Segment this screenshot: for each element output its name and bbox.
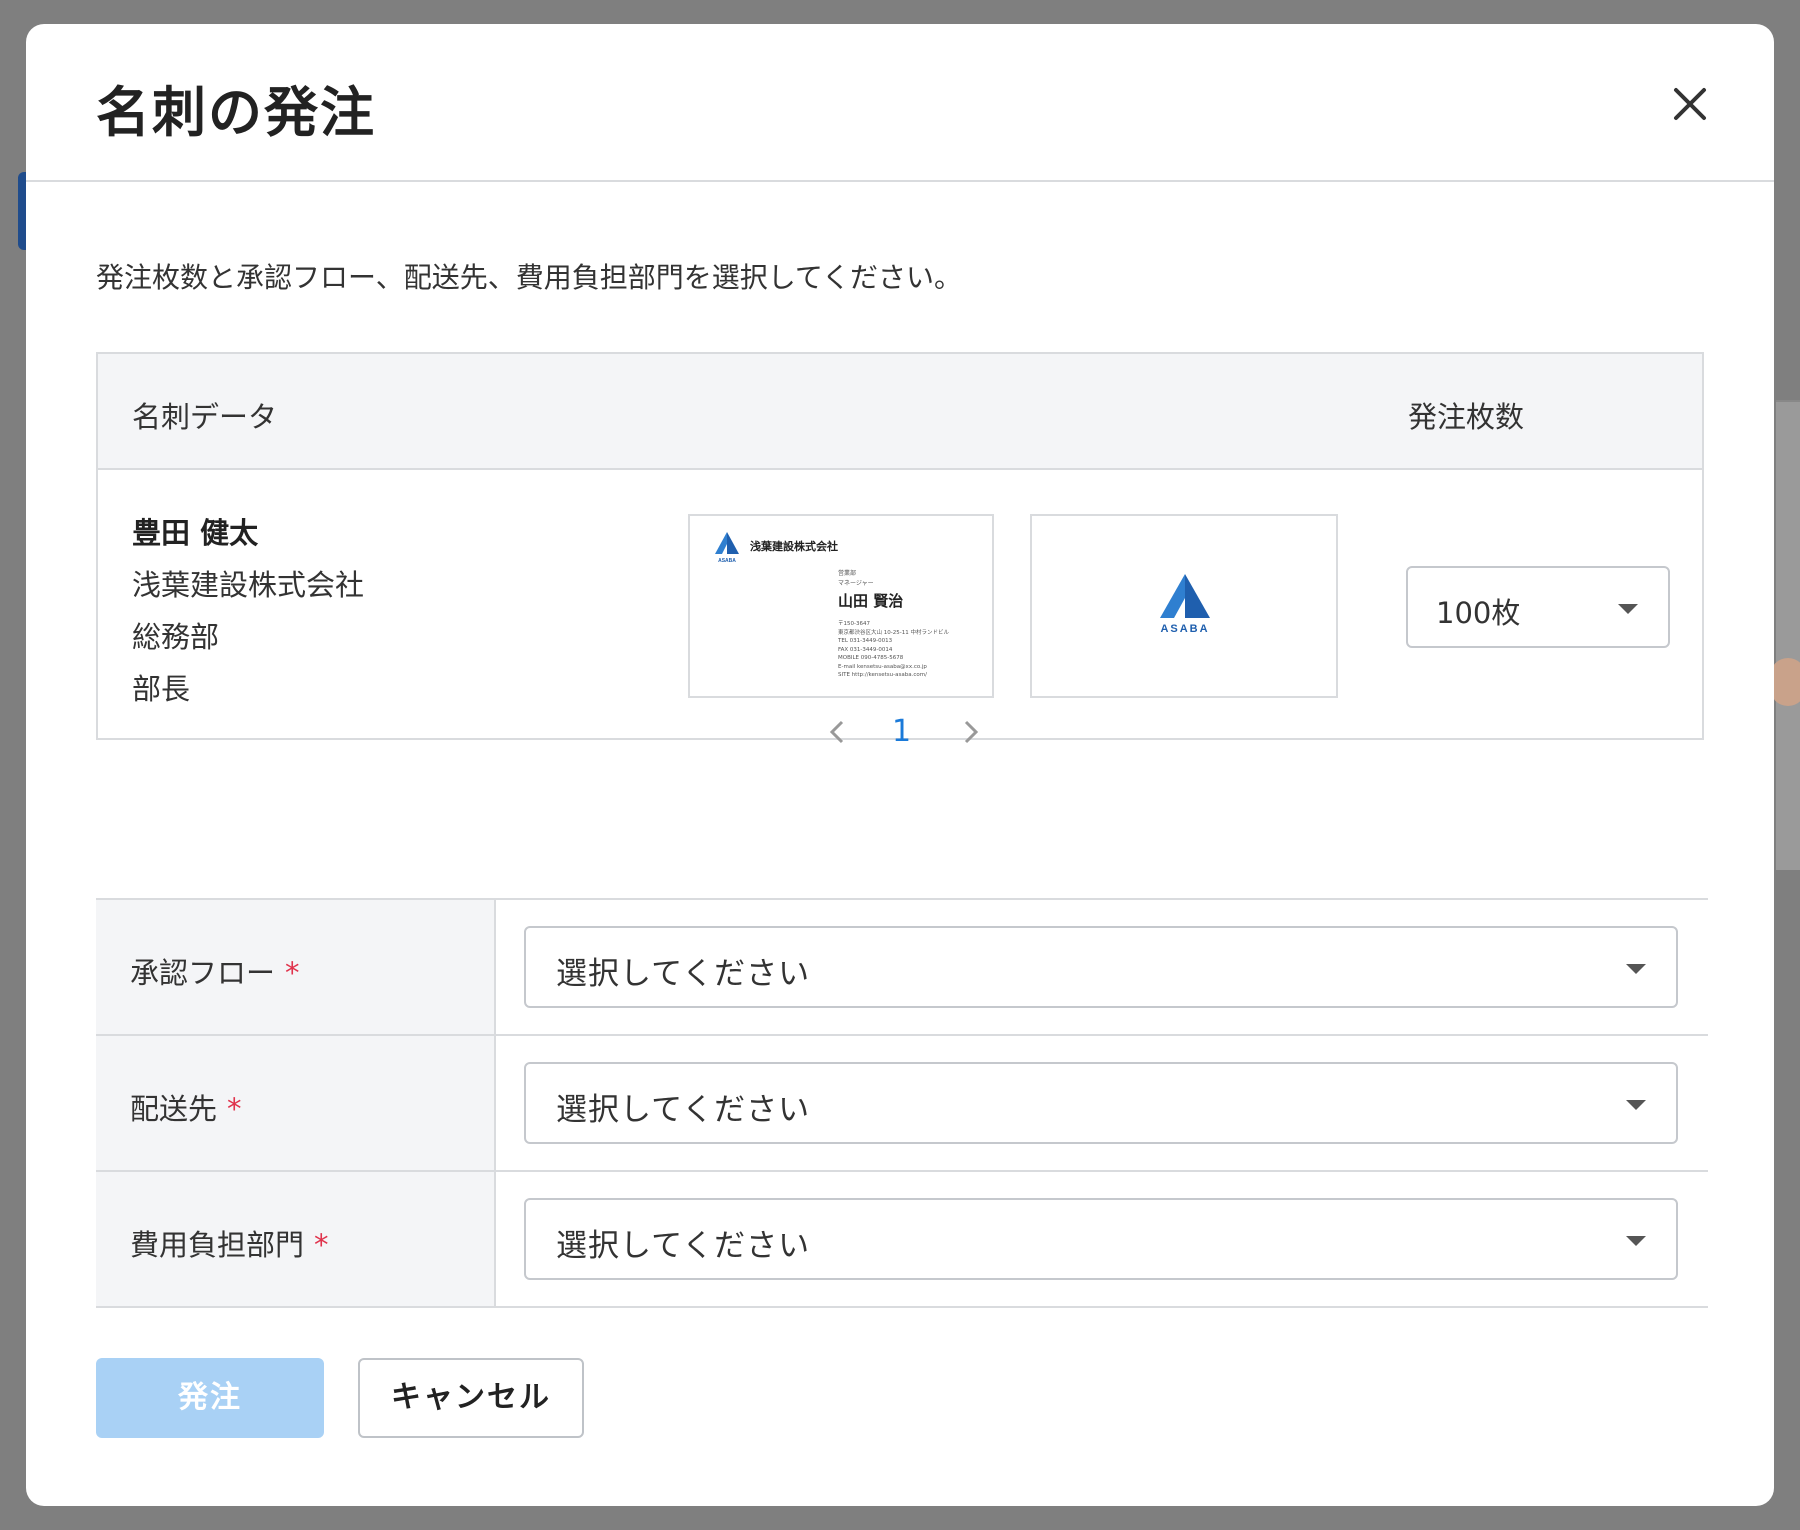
required-mark: * <box>314 1228 329 1262</box>
cost-department-label: 費用負担部門 * <box>130 1228 329 1262</box>
order-dialog: 名刺の発注 発注枚数と承認フロー、配送先、費用負担部門を選択してください。 名刺… <box>26 24 1774 1506</box>
instruction-text: 発注枚数と承認フロー、配送先、費用負担部門を選択してください。 <box>96 261 963 294</box>
select-placeholder: 選択してください <box>556 1092 811 1128</box>
card-front-preview: ASABA 浅葉建設株式会社 営業部 マネージャー 山田 賢治 〒150-364… <box>688 514 994 698</box>
card-back-preview: ASABA <box>1030 514 1338 698</box>
approval-flow-select[interactable]: 選択してください <box>524 926 1678 1008</box>
approval-flow-label: 承認フロー * <box>130 956 300 990</box>
delivery-select[interactable]: 選択してください <box>524 1062 1678 1144</box>
required-mark: * <box>227 1092 242 1126</box>
person-position: 部長 <box>132 672 191 706</box>
person-company: 浅葉建設株式会社 <box>132 568 365 602</box>
card-front-name: 山田 賢治 <box>838 592 904 610</box>
dialog-header: 名刺の発注 <box>26 24 1774 182</box>
form-row-delivery: 配送先 * 選択してください <box>96 1036 1708 1172</box>
card-front-department: 営業部 <box>838 570 857 577</box>
person-department: 総務部 <box>132 620 220 654</box>
select-placeholder: 選択してください <box>556 1228 811 1264</box>
quantity-value: 100枚 <box>1436 596 1521 630</box>
cancel-button[interactable]: キャンセル <box>358 1358 584 1438</box>
order-button[interactable]: 発注 <box>96 1358 324 1438</box>
caret-down-icon <box>1626 1236 1646 1246</box>
dialog-title: 名刺の発注 <box>96 81 376 144</box>
select-placeholder: 選択してください <box>556 956 811 992</box>
column-header-quantity: 発注枚数 <box>1408 400 1525 434</box>
required-mark: * <box>285 956 300 990</box>
close-icon <box>1674 88 1706 120</box>
form-row-cost-department: 費用負担部門 * 選択してください <box>96 1172 1708 1308</box>
table-header: 名刺データ 発注枚数 <box>98 354 1702 470</box>
chevron-right-icon[interactable] <box>956 714 986 750</box>
form-label-cell: 費用負担部門 * <box>96 1172 496 1306</box>
cost-department-select[interactable]: 選択してください <box>524 1198 1678 1280</box>
card-data-table: 名刺データ 発注枚数 豊田 健太 浅葉建設株式会社 総務部 部長 ASABA 浅… <box>96 352 1704 740</box>
column-header-card-data: 名刺データ <box>132 400 278 434</box>
form-row-approval-flow: 承認フロー * 選択してください <box>96 900 1708 1036</box>
page-number[interactable]: 1 <box>892 714 911 749</box>
card-front-contact-info: 〒150-3647 東京都渋谷区大山 10-25-11 中村ランドビル TEL … <box>838 621 949 678</box>
asaba-logo-icon: ASABA <box>715 532 739 564</box>
card-front-title: マネージャー <box>838 580 874 587</box>
pagination: 1 <box>26 714 1774 754</box>
background-avatar <box>1770 658 1800 706</box>
form-label-cell: 承認フロー * <box>96 900 496 1034</box>
chevron-left-icon[interactable] <box>822 714 852 750</box>
asaba-logo-icon: ASABA <box>1160 574 1210 635</box>
close-button[interactable] <box>1666 80 1714 128</box>
svg-text:ASABA: ASABA <box>718 558 736 564</box>
form-label-cell: 配送先 * <box>96 1036 496 1170</box>
delivery-label: 配送先 * <box>130 1092 242 1126</box>
caret-down-icon <box>1626 964 1646 974</box>
order-form: 承認フロー * 選択してください 配送先 * 選択してください 費用負担部門 * 選択… <box>96 898 1708 1308</box>
table-row: 豊田 健太 浅葉建設株式会社 総務部 部長 ASABA 浅葉建設株式会社 営業部… <box>98 470 1702 740</box>
card-front-company: 浅葉建設株式会社 <box>750 540 838 553</box>
caret-down-icon <box>1626 1100 1646 1110</box>
person-name: 豊田 健太 <box>132 516 259 550</box>
background-panel <box>1776 400 1800 870</box>
logo-text: ASABA <box>1160 623 1209 635</box>
caret-down-icon <box>1618 604 1638 614</box>
quantity-select[interactable]: 100枚 <box>1406 566 1670 648</box>
